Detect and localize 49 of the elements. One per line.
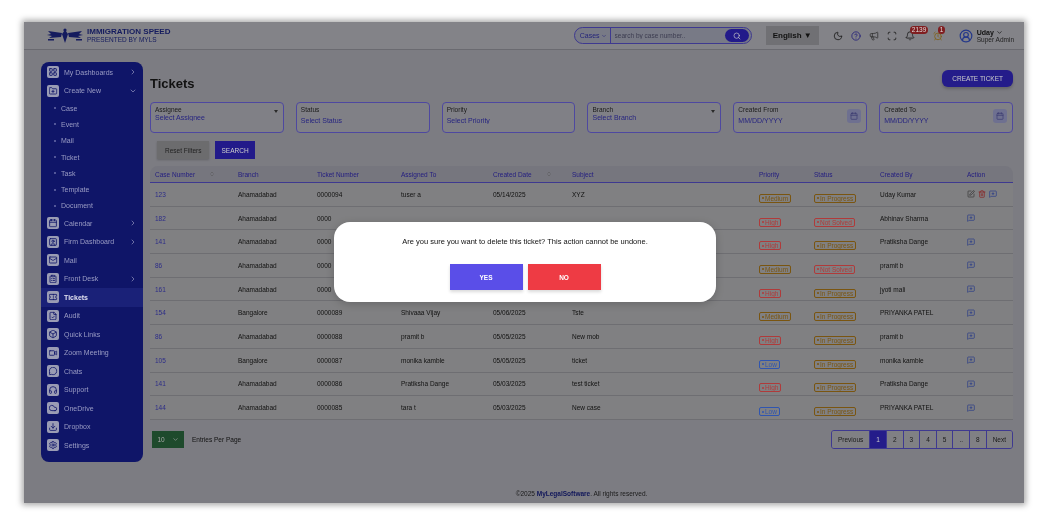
cloud-icon — [47, 402, 59, 415]
page-title: Tickets — [150, 76, 195, 91]
calendar-icon[interactable] — [847, 109, 862, 123]
comment-icon[interactable] — [989, 190, 997, 199]
alarm-clock-icon[interactable] — [932, 30, 943, 41]
comment-icon[interactable] — [967, 403, 975, 412]
comment-icon[interactable] — [967, 285, 975, 294]
search-button[interactable] — [724, 29, 749, 42]
eagle-logo-icon — [46, 27, 84, 44]
chevron-down-icon — [600, 32, 607, 39]
megaphone-icon[interactable] — [868, 30, 879, 41]
comment-icon[interactable] — [967, 332, 975, 341]
box-icon — [47, 328, 59, 341]
mail-icon — [47, 254, 59, 267]
grid-icon — [47, 66, 59, 79]
comment-icon[interactable] — [967, 261, 975, 270]
download-icon — [47, 420, 59, 433]
headset-icon — [47, 383, 59, 396]
edit-icon[interactable] — [967, 190, 975, 199]
fullscreen-icon[interactable] — [886, 30, 897, 41]
delete-icon[interactable] — [978, 190, 986, 199]
user-icon — [47, 235, 59, 248]
calendar-icon[interactable] — [993, 109, 1007, 123]
comment-icon[interactable] — [967, 237, 975, 246]
chat-icon — [47, 365, 59, 378]
document-icon — [47, 309, 59, 322]
comment-icon[interactable] — [967, 308, 975, 317]
comment-icon[interactable] — [967, 379, 975, 388]
calendar-icon — [47, 217, 59, 230]
clipboard-icon — [47, 272, 59, 285]
ticket-icon — [47, 291, 59, 304]
chevron-right-icon — [129, 68, 137, 77]
comment-icon[interactable] — [967, 356, 975, 365]
comment-icon[interactable] — [967, 214, 975, 223]
video-icon — [47, 346, 59, 359]
bell-icon[interactable] — [904, 30, 915, 41]
chevron-right-icon — [129, 274, 137, 283]
caret-icon — [273, 110, 278, 113]
avatar-icon[interactable] — [958, 28, 973, 43]
folder-icon — [47, 84, 59, 97]
chevron-down-icon[interactable] — [995, 28, 1003, 36]
language-select[interactable]: English ▼ — [765, 26, 819, 45]
logo-title: IMMIGRATION SPEED — [87, 27, 171, 36]
settings-icon — [47, 439, 59, 452]
chevron-down-icon — [171, 435, 179, 443]
help-icon[interactable] — [850, 30, 861, 41]
search-icon — [732, 31, 741, 40]
caret-icon — [711, 110, 716, 113]
moon-icon[interactable] — [832, 30, 843, 41]
